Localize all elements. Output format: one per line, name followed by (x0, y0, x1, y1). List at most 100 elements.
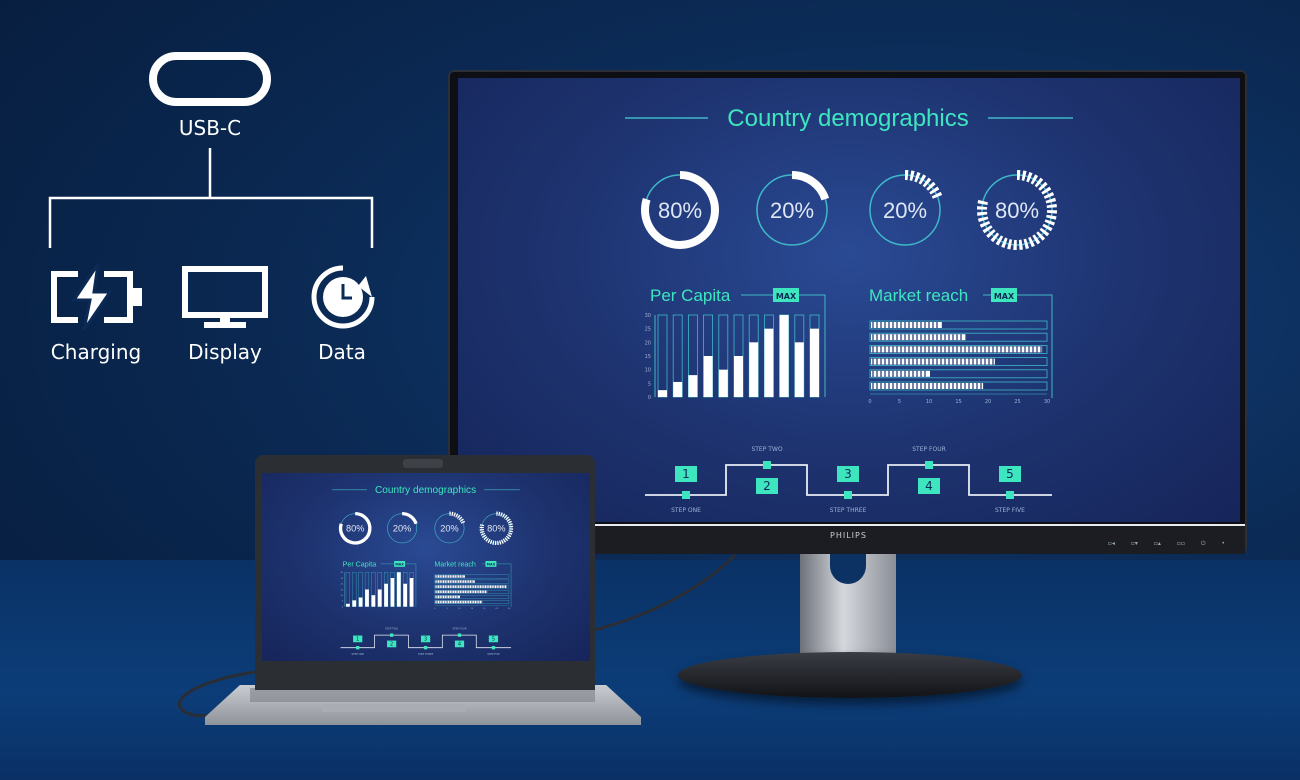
step: 1 STEP ONE (671, 466, 701, 514)
bar (810, 328, 819, 397)
step: 5 STEP FIVE (487, 635, 500, 656)
webcam (403, 459, 443, 468)
step-marker (423, 646, 428, 650)
bar (345, 603, 350, 607)
bar (673, 381, 683, 397)
step: 4 STEP FOUR (453, 626, 467, 647)
y-tick-label: 30 (645, 313, 651, 319)
step-marker (491, 646, 496, 650)
step-label: STEP FIVE (487, 652, 500, 656)
y-tick-label: 15 (645, 354, 651, 360)
bar (384, 583, 388, 607)
hbar (871, 383, 984, 389)
gauge: 20% (756, 171, 830, 246)
step-number: 3 (424, 637, 427, 643)
bar (703, 356, 713, 397)
bar (718, 369, 728, 397)
hbar (435, 600, 483, 604)
gauge: 80% (338, 511, 372, 545)
bar (358, 597, 363, 607)
x-tick-label: 5 (446, 608, 448, 610)
step-marker (389, 633, 394, 637)
step-label: STEP FOUR (453, 626, 467, 630)
step-number: 5 (1006, 467, 1014, 481)
gauge: 80% (977, 170, 1057, 250)
bar (734, 356, 743, 397)
gauge-value: 80% (658, 198, 702, 223)
x-tick-label: 25 (1014, 399, 1020, 405)
step-number: 5 (492, 637, 495, 643)
step: 3 STEP THREE (830, 466, 867, 514)
laptop-lid: Country demographics 80% 20% 20% 80% Per Capi… (255, 455, 595, 690)
bar (688, 375, 698, 397)
market-reach-max-label: MAX (487, 563, 496, 567)
bar (794, 342, 804, 397)
gauge-fill-arc (401, 511, 418, 525)
x-tick-label: 0 (434, 608, 436, 610)
bar (409, 578, 414, 607)
bar-track (657, 314, 668, 398)
x-tick-label: 15 (955, 399, 961, 405)
step-label: STEP TWO (751, 446, 782, 453)
gauge: 80% (641, 171, 719, 249)
y-tick-label: 5 (342, 601, 344, 603)
y-tick-label: 25 (340, 578, 343, 580)
step: 2 STEP TWO (385, 626, 398, 647)
monitor-control-buttons[interactable]: ▫◂ ▫▾ ▫▴ ▫▫ ⏻ • (1108, 540, 1225, 548)
step-label: STEP FOUR (912, 446, 946, 453)
gauge: 80% (479, 511, 514, 546)
y-tick-label: 5 (648, 381, 651, 387)
step-number: 1 (356, 637, 359, 643)
dashboard-title: Country demographics (375, 485, 476, 496)
per-capita-max-label: MAX (395, 563, 404, 567)
bar (779, 315, 789, 397)
per-capita-max-label: MAX (776, 292, 797, 301)
bar (377, 589, 382, 607)
step-label: STEP ONE (352, 652, 365, 656)
bar (396, 572, 401, 607)
hbar (871, 322, 942, 328)
step-number: 3 (844, 467, 852, 481)
bar-track (345, 572, 350, 607)
step-marker (763, 461, 771, 469)
display-label: Display (188, 340, 262, 364)
laptop-keyboard (250, 688, 595, 702)
step-label: STEP TWO (385, 626, 398, 630)
gauge-value: 20% (770, 198, 814, 223)
floor-background (0, 560, 1300, 780)
y-tick-label: 0 (342, 606, 344, 608)
per-capita-title: Per Capita (343, 560, 377, 568)
y-tick-label: 30 (340, 572, 343, 574)
step: 4 STEP FOUR (912, 446, 946, 494)
y-tick-label: 10 (340, 595, 343, 597)
step: 3 STEP THREE (418, 635, 434, 656)
step-marker (844, 491, 852, 499)
step-number: 4 (925, 479, 933, 493)
step-label: STEP FIVE (995, 507, 1025, 514)
step-marker (925, 461, 933, 469)
y-tick-label: 25 (645, 327, 651, 333)
y-tick-label: 15 (340, 589, 343, 591)
battery-charging-icon (51, 264, 142, 330)
laptop-screen: Country demographics 80% 20% 20% 80% Per Capi… (262, 473, 590, 661)
per-capita-title: Per Capita (650, 286, 731, 305)
data-label: Data (318, 340, 366, 364)
bar (365, 589, 369, 607)
x-tick-label: 25 (495, 608, 498, 610)
x-tick-label: 10 (926, 399, 932, 405)
step-marker (356, 646, 360, 650)
monitor-stand-base (678, 652, 1022, 698)
step: 1 STEP ONE (352, 635, 365, 656)
bar (352, 600, 357, 607)
step-label: STEP THREE (418, 652, 434, 656)
bar (658, 390, 667, 397)
x-tick-label: 20 (483, 608, 486, 610)
step-number: 4 (458, 642, 461, 648)
x-tick-label: 30 (508, 608, 511, 610)
usb-c-label: USB-C (178, 116, 242, 140)
x-tick-label: 10 (458, 608, 461, 610)
x-tick-label: 0 (868, 399, 871, 405)
step-label: STEP THREE (830, 507, 867, 514)
charging-label: Charging (50, 340, 142, 364)
step: 5 STEP FIVE (995, 466, 1025, 514)
